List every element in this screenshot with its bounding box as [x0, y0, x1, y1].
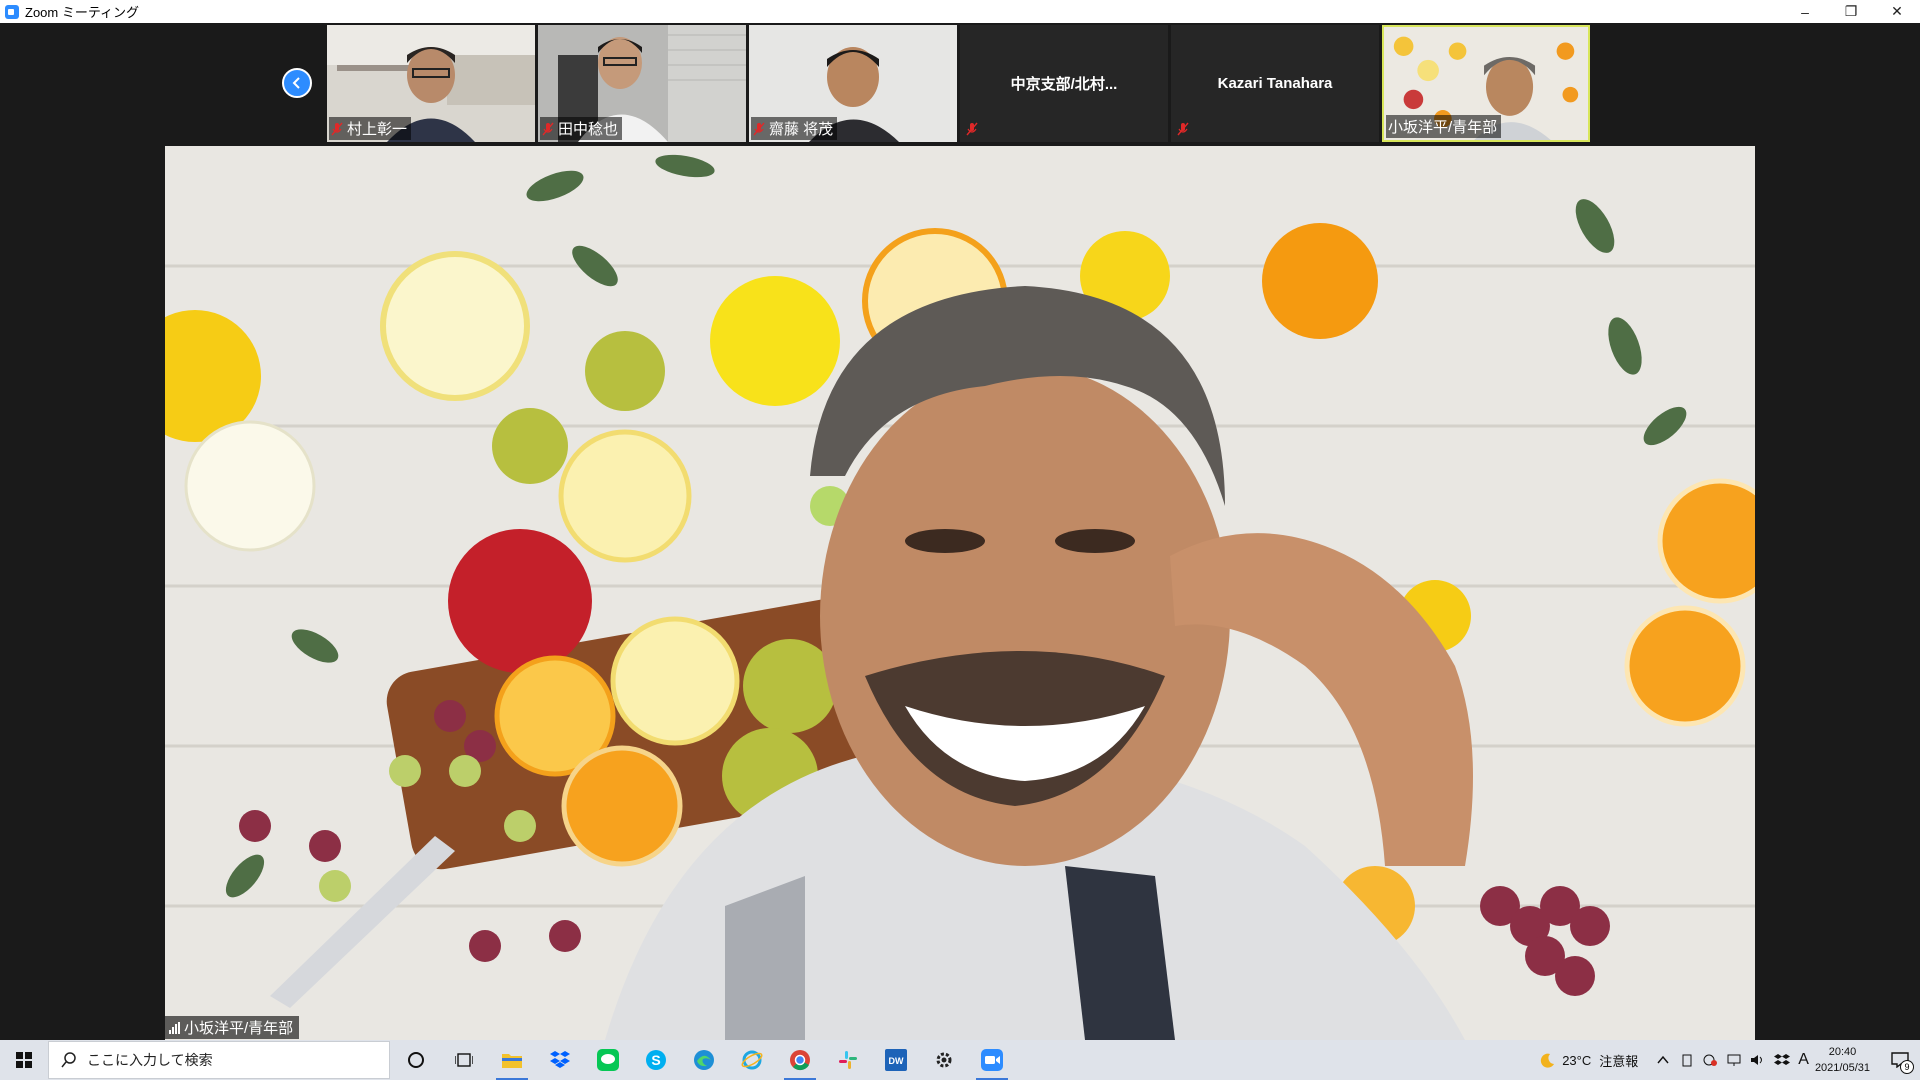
chrome-browser-icon: [790, 1050, 810, 1071]
skype-button[interactable]: S: [632, 1040, 680, 1080]
participant-name: 田中稔也: [558, 121, 619, 138]
participant-tile[interactable]: Kazari Tanahara: [1171, 25, 1379, 142]
ime-indicator[interactable]: A: [1798, 1051, 1809, 1069]
search-icon: [61, 1052, 76, 1068]
window-title: Zoom ミーティング: [25, 5, 140, 20]
participant-name: 村上彰一: [347, 121, 408, 138]
svg-text:S: S: [651, 1052, 660, 1068]
dw-app-icon: DW: [885, 1049, 907, 1071]
participant-name-label: 小坂洋平/青年部: [1386, 115, 1502, 138]
close-button[interactable]: ✕: [1874, 0, 1920, 23]
slack-button[interactable]: [824, 1040, 872, 1080]
svg-text:DW: DW: [889, 1056, 904, 1066]
network-icon[interactable]: [1726, 1053, 1742, 1067]
volume-icon[interactable]: [1750, 1053, 1766, 1067]
dropbox-icon: [550, 1051, 570, 1068]
weather-alert[interactable]: 注意報: [1599, 1051, 1638, 1070]
edge-button[interactable]: [680, 1040, 728, 1080]
participant-tile-active[interactable]: 小坂洋平/青年部: [1382, 25, 1590, 142]
connection-signal-icon: [169, 1021, 180, 1034]
participant-name: 小坂洋平/青年部: [1388, 119, 1498, 136]
edge-browser-icon: [694, 1050, 714, 1070]
chrome-button[interactable]: [776, 1040, 824, 1080]
app-dw-button[interactable]: DW: [872, 1040, 920, 1080]
mic-muted-icon: [1177, 122, 1189, 136]
title-bar: Zoom ミーティング – ❐ ✕: [0, 0, 1920, 23]
action-center-button[interactable]: 9: [1880, 1040, 1920, 1080]
moon-weather-icon: [1541, 1053, 1555, 1068]
folder-icon: [502, 1054, 522, 1068]
system-tray: 23°C 注意報 A 20:40 2021/05/31 9: [1540, 1040, 1920, 1080]
mic-muted-icon: [966, 122, 978, 136]
participant-tile[interactable]: 中京支部/北村...: [960, 25, 1168, 142]
active-speaker-label: 小坂洋平/青年部: [165, 1016, 300, 1039]
cortana-button[interactable]: [392, 1040, 440, 1080]
line-button[interactable]: [584, 1040, 632, 1080]
notification-count: 9: [1900, 1060, 1914, 1074]
clock-date: 2021/05/31: [1814, 1062, 1870, 1074]
taskbar: ここに入力して検索 S DW 23°C 注意報 A 20:40 2021/05/…: [0, 1040, 1920, 1080]
file-explorer-button[interactable]: [488, 1040, 536, 1080]
minimize-button[interactable]: –: [1782, 0, 1828, 23]
chevron-up-icon[interactable]: [1656, 1053, 1670, 1067]
participant-name: Kazari Tanahara: [1217, 75, 1333, 92]
participant-name: 齋藤 将茂: [769, 121, 834, 138]
clock[interactable]: 20:40 2021/05/31: [1815, 1044, 1870, 1076]
settings-button[interactable]: [920, 1040, 968, 1080]
zoom-app-icon: [5, 4, 19, 19]
participant-name: 中京支部/北村...: [1010, 76, 1118, 93]
active-speaker-name: 小坂洋平/青年部: [184, 1020, 294, 1037]
gear-icon: [936, 1052, 952, 1068]
restore-button[interactable]: ❐: [1828, 0, 1874, 23]
mic-muted-icon: [542, 122, 554, 135]
previous-page-button[interactable]: [282, 68, 312, 98]
zoom-icon: [981, 1049, 1003, 1071]
taskbar-search[interactable]: ここに入力して検索: [48, 1041, 390, 1079]
active-speaker-video[interactable]: [165, 146, 1755, 1040]
dropbox-tray-icon[interactable]: [1774, 1053, 1791, 1067]
meeting-area: 村上彰一 田中稔也 齋藤 将茂 中京支部/北村... Kazari Tanaha…: [0, 23, 1920, 1040]
speaker-video-frame: [165, 146, 1755, 1040]
participant-name-label: 齋藤 将茂: [751, 117, 838, 140]
participant-tile[interactable]: 齋藤 将茂: [749, 25, 957, 142]
participant-tile[interactable]: 田中稔也: [538, 25, 746, 142]
chevron-left-icon: [292, 77, 300, 89]
participant-name-label: 村上彰一: [329, 117, 412, 140]
weather-temperature[interactable]: 23°C: [1562, 1053, 1591, 1068]
skype-icon: S: [646, 1050, 666, 1070]
task-view-icon: [455, 1053, 473, 1067]
internet-explorer-icon: [741, 1050, 763, 1070]
slack-icon: [839, 1051, 857, 1069]
security-shield-icon[interactable]: [1702, 1053, 1718, 1067]
clock-time: 20:40: [1828, 1046, 1857, 1058]
battery-icon[interactable]: [1680, 1053, 1694, 1067]
ie-button[interactable]: [728, 1040, 776, 1080]
task-view-button[interactable]: [440, 1040, 488, 1080]
participant-name-label: 田中稔也: [540, 117, 623, 140]
window-controls: – ❐ ✕: [1782, 0, 1920, 23]
cortana-circle-icon: [408, 1052, 424, 1068]
start-button[interactable]: [0, 1040, 48, 1080]
participant-tile[interactable]: 村上彰一: [327, 25, 535, 142]
windows-logo-icon: [16, 1052, 32, 1068]
mic-muted-icon: [331, 122, 343, 135]
search-placeholder: ここに入力して検索: [87, 1052, 213, 1068]
zoom-taskbar-button[interactable]: [968, 1040, 1016, 1080]
participant-strip: 村上彰一 田中稔也 齋藤 将茂 中京支部/北村... Kazari Tanaha…: [327, 25, 1590, 145]
mic-muted-icon: [753, 122, 765, 135]
line-chat-icon: [597, 1049, 619, 1071]
dropbox-button[interactable]: [536, 1040, 584, 1080]
